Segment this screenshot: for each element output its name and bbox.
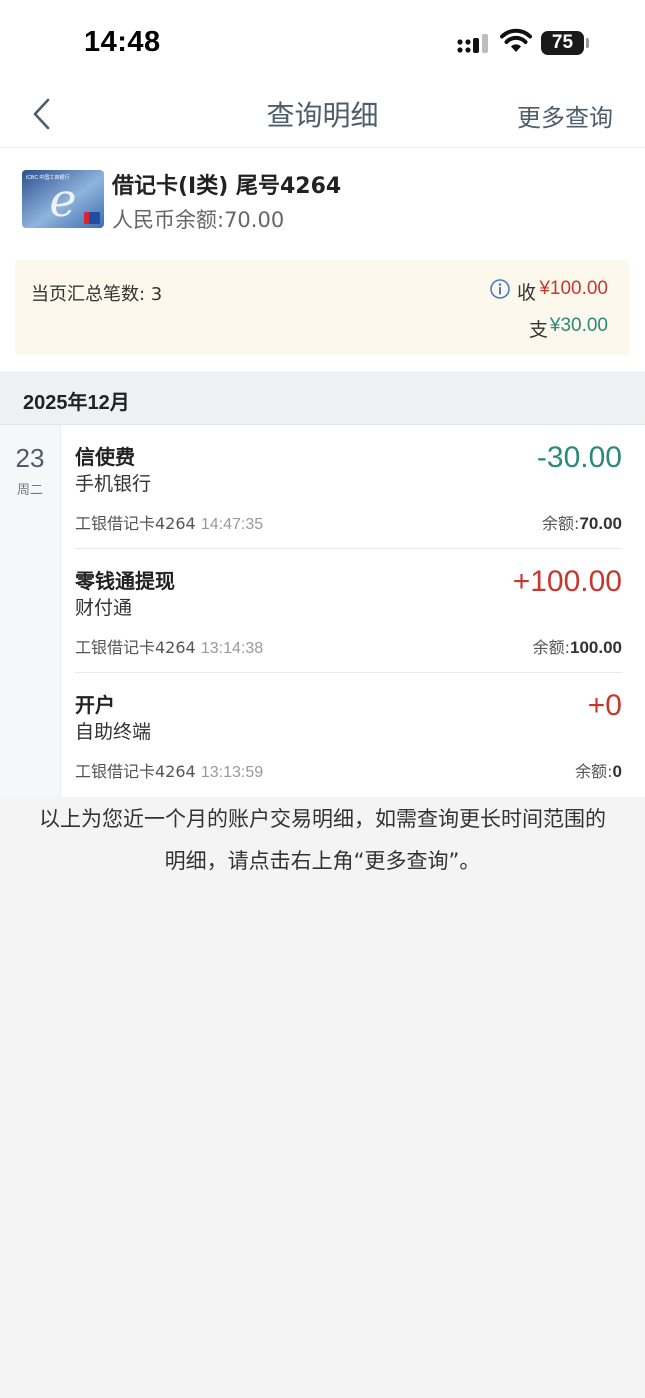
cellular-signal-icon	[457, 34, 488, 53]
footer-line-1: 以上为您近一个月的账户交易明细，如需查询更长时间范围的	[39, 807, 606, 831]
expense-amount: ¥30.00	[549, 315, 608, 336]
day-weekday: 周二	[16, 483, 43, 498]
summary-box: 当页汇总笔数: 3 收 ¥100.00 支 ¥30.00	[15, 260, 630, 355]
transaction-card: 工银借记卡4264	[75, 514, 196, 533]
more-query-button[interactable]: 更多查询	[517, 98, 613, 133]
transaction-amount: +100.00	[512, 565, 622, 598]
battery-nub	[586, 38, 589, 48]
transaction-row[interactable]: 信使费 手机银行 -30.00 工银借记卡4264 14:47:35 余额:70…	[61, 425, 645, 549]
summary-section: 当页汇总笔数: 3 收 ¥100.00 支 ¥30.00	[0, 248, 645, 371]
card-logo-text: ICBC 中国工商银行	[26, 174, 69, 181]
transaction-time: 13:14:38	[200, 640, 264, 657]
bank-card-image: e ICBC 中国工商银行	[22, 170, 104, 228]
transaction-balance: 余额:100.00	[533, 634, 622, 658]
transaction-title: 零钱通提现	[75, 569, 175, 593]
transaction-row[interactable]: 零钱通提现 财付通 +100.00 工银借记卡4264 13:14:38 余额:…	[61, 549, 645, 673]
card-name: 借记卡(Ⅰ类) 尾号4264	[112, 174, 342, 199]
transaction-card-info: 工银借记卡4264 13:13:59	[75, 758, 263, 782]
transaction-balance: 余额:0	[575, 758, 622, 782]
month-header: 2025年12月	[0, 372, 645, 425]
transaction-list: 信使费 手机银行 -30.00 工银借记卡4264 14:47:35 余额:70…	[61, 425, 645, 797]
transaction-card-info: 工银借记卡4264 14:47:35	[75, 510, 263, 534]
day-number: 23	[15, 443, 45, 473]
balance-label: 余额:	[532, 638, 570, 657]
income-amount: ¥100.00	[539, 278, 608, 299]
transaction-channel: 自助终端	[75, 721, 152, 743]
transaction-balance: 余额:70.00	[542, 510, 622, 534]
nav-bar: 查询明细 更多查询	[0, 80, 645, 148]
status-bar: 14:48 75	[0, 0, 645, 80]
card-balance: 人民币余额:70.00	[112, 208, 285, 232]
transaction-channel: 财付通	[75, 597, 133, 619]
summary-count: 当页汇总笔数: 3	[31, 284, 163, 305]
transaction-card: 工银借记卡4264	[75, 762, 196, 781]
transaction-title: 开户	[75, 693, 115, 717]
balance-value: 70.00	[579, 514, 622, 533]
month-label: 2025年12月	[23, 392, 130, 414]
expense-label: 支	[528, 319, 548, 341]
info-icon[interactable]	[489, 278, 511, 300]
battery-indicator: 75	[541, 31, 584, 55]
transaction-card-info: 工银借记卡4264 13:14:38	[75, 634, 263, 658]
transaction-row[interactable]: 开户 自助终端 +0 工银借记卡4264 13:13:59 余额:0	[61, 673, 645, 797]
wifi-icon	[500, 28, 532, 52]
svg-text:e: e	[49, 173, 76, 227]
day-column: 23 周二	[0, 425, 61, 797]
transaction-card: 工银借记卡4264	[75, 638, 196, 657]
card-info: e ICBC 中国工商银行 借记卡(Ⅰ类) 尾号4264 人民币余额:70.00	[0, 148, 645, 248]
balance-value: 0	[612, 762, 622, 781]
footer-note: 以上为您近一个月的账户交易明细，如需查询更长时间范围的 明细，请点击右上角“更多…	[10, 798, 635, 882]
status-time: 14:48	[84, 26, 161, 58]
transaction-title: 信使费	[75, 445, 135, 469]
balance-value: 100.00	[570, 638, 622, 657]
footer-line-2: 明细，请点击右上角“更多查询”。	[164, 849, 481, 873]
transaction-amount: -30.00	[536, 441, 622, 474]
balance-label: 余额:	[542, 514, 580, 533]
transaction-amount: +0	[587, 689, 622, 722]
transaction-time: 13:13:59	[200, 764, 264, 781]
income-label: 收	[516, 282, 536, 304]
transaction-channel: 手机银行	[75, 473, 152, 495]
balance-label: 余额:	[575, 762, 613, 781]
transaction-time: 14:47:35	[200, 516, 264, 533]
